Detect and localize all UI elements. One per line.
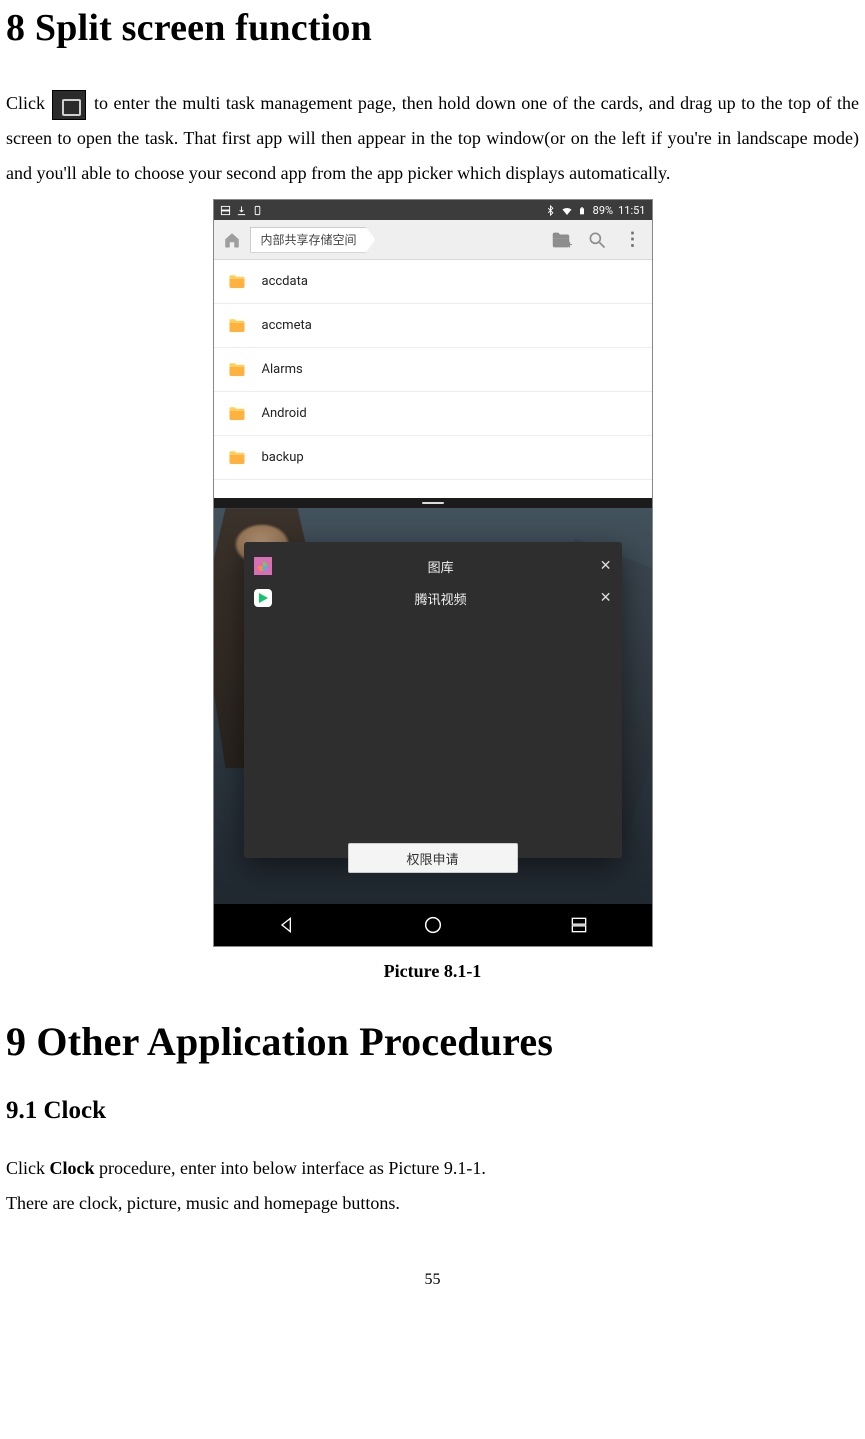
navigation-bar (214, 904, 652, 946)
new-folder-icon[interactable]: + (550, 229, 572, 251)
recents-bottom-pane: 图库 ✕ 腾讯视频 ✕ 权限申请 (214, 508, 652, 904)
heading-other-apps: 9 Other Application Procedures (6, 1018, 859, 1065)
download-icon (236, 205, 247, 216)
close-icon[interactable]: ✕ (600, 590, 612, 606)
recents-split-icon[interactable] (567, 913, 591, 937)
battery-icon (577, 205, 588, 216)
clock-line-1-post: procedure, enter into below interface as… (95, 1158, 486, 1178)
figure-8-1-1: 89% 11:51 内部共享存储空间 + ⋮ (6, 199, 859, 982)
folder-row[interactable]: accdata (214, 260, 652, 304)
home-nav-icon[interactable] (421, 913, 445, 937)
folder-row[interactable]: Android (214, 392, 652, 436)
recents-app-row[interactable]: 腾讯视频 ✕ (254, 582, 612, 614)
permission-request-label: 权限申请 (406, 849, 458, 868)
breadcrumb-internal-storage[interactable]: 内部共享存储空间 (250, 227, 376, 253)
folder-row[interactable]: accmeta (214, 304, 652, 348)
file-manager-actionbar: 内部共享存储空间 + ⋮ (214, 220, 652, 260)
bluetooth-icon (545, 205, 556, 216)
notification-icon (252, 205, 263, 216)
status-bar: 89% 11:51 (214, 200, 652, 220)
folder-name: Alarms (262, 362, 303, 377)
search-icon[interactable] (586, 229, 608, 251)
close-icon[interactable]: ✕ (600, 558, 612, 574)
gallery-app-icon (254, 557, 272, 575)
folder-icon (226, 317, 248, 335)
folder-name: accdata (262, 274, 308, 289)
paragraph-split-screen: Click to enter the multi task management… (6, 86, 859, 191)
folder-row[interactable]: Alarms (214, 348, 652, 392)
split-screen-handle[interactable] (214, 498, 652, 508)
back-icon[interactable] (275, 913, 299, 937)
clock-line-2: There are clock, picture, music and home… (6, 1186, 859, 1221)
file-list-pane: accdata accmeta Alarms Android (214, 260, 652, 498)
folder-icon (226, 405, 248, 423)
file-list-spacer (214, 480, 652, 498)
folder-name: Android (262, 406, 307, 421)
wifi-icon (561, 205, 572, 216)
home-icon[interactable] (222, 231, 242, 248)
clock-line-1-pre: Click (6, 1158, 50, 1178)
recents-app-label: 图库 (282, 557, 600, 576)
folder-icon (226, 449, 248, 467)
folder-name: backup (262, 450, 304, 465)
clock-time: 11:51 (618, 204, 645, 217)
recent-apps-icon (52, 90, 86, 120)
tencent-video-app-icon (254, 589, 272, 607)
figure-caption: Picture 8.1-1 (6, 961, 859, 982)
clock-bold: Clock (50, 1158, 95, 1178)
subheading-clock: 9.1 Clock (6, 1097, 859, 1125)
svg-text:+: + (566, 238, 572, 251)
breadcrumb-label: 内部共享存储空间 (261, 231, 357, 248)
recents-app-label: 腾讯视频 (282, 589, 600, 608)
phone-screenshot: 89% 11:51 内部共享存储空间 + ⋮ (213, 199, 653, 947)
recents-app-row[interactable]: 图库 ✕ (254, 550, 612, 582)
battery-percent: 89% (593, 204, 613, 217)
menu-overflow-icon[interactable]: ⋮ (622, 229, 644, 251)
clock-line-1: Click Clock procedure, enter into below … (6, 1151, 859, 1186)
split-screen-indicator-icon (220, 205, 231, 216)
heading-split-screen: 8 Split screen function (6, 6, 859, 50)
para1-pre: Click (6, 93, 50, 113)
permission-request-button[interactable]: 权限申请 (348, 843, 518, 873)
folder-icon (226, 361, 248, 379)
para1-post: to enter the multi task management page,… (6, 93, 859, 183)
folder-row[interactable]: backup (214, 436, 652, 480)
folder-icon (226, 273, 248, 291)
recents-card[interactable]: 图库 ✕ 腾讯视频 ✕ 权限申请 (244, 542, 622, 858)
folder-name: accmeta (262, 318, 312, 333)
page-number: 55 (6, 1271, 859, 1289)
